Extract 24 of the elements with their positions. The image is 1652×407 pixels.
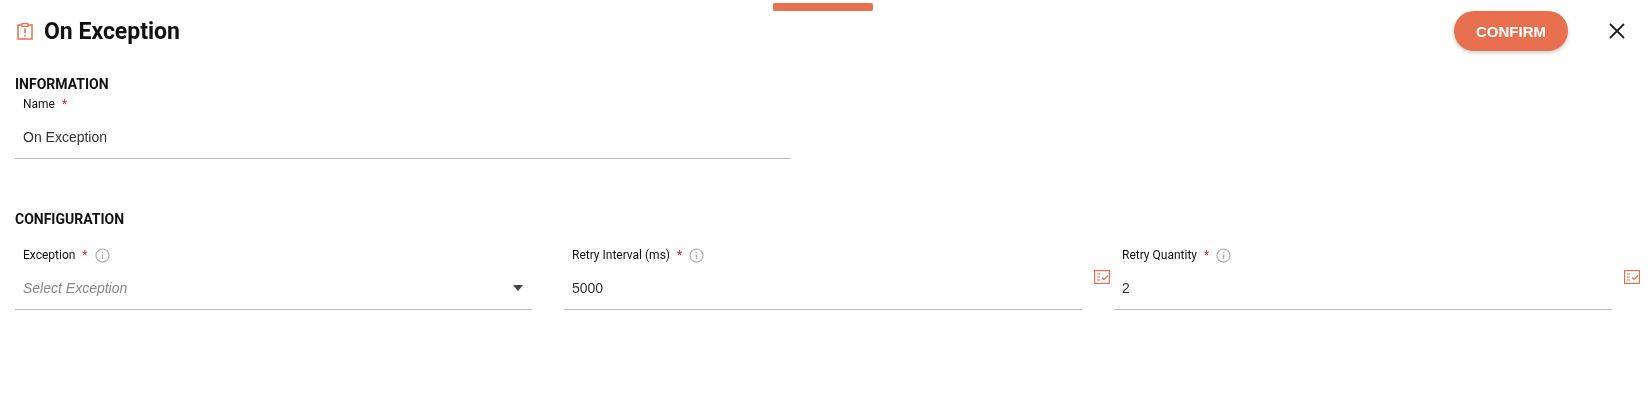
required-mark: *	[62, 97, 68, 111]
input-field[interactable]: 2	[1114, 266, 1612, 310]
checklist-icon[interactable]	[1624, 270, 1640, 284]
field-label: Retry Interval (ms)	[572, 248, 670, 262]
required-mark: *	[1204, 248, 1210, 262]
input-field[interactable]: On Exception	[15, 115, 791, 159]
exception-select[interactable]: Select Exception	[15, 266, 532, 310]
section-title: INFORMATION	[15, 76, 109, 92]
checklist-icon[interactable]	[1094, 270, 1110, 284]
field-label: Exception	[23, 248, 76, 262]
info-icon[interactable]	[689, 247, 705, 263]
clipboard-alert-icon	[16, 22, 34, 40]
required-mark: *	[677, 248, 683, 262]
dialog-title: On Exception	[44, 17, 181, 45]
info-icon[interactable]	[94, 247, 110, 263]
field-label: Retry Quantity	[1122, 248, 1197, 262]
drag-handle[interactable]	[773, 3, 873, 11]
input-field[interactable]: 5000	[564, 266, 1082, 310]
caret-icon	[512, 284, 524, 292]
section-title: CONFIGURATION	[15, 211, 125, 227]
required-mark: *	[82, 248, 88, 262]
close-icon[interactable]	[1608, 22, 1626, 40]
field-label: Name	[23, 97, 55, 111]
info-icon[interactable]	[1216, 247, 1232, 263]
